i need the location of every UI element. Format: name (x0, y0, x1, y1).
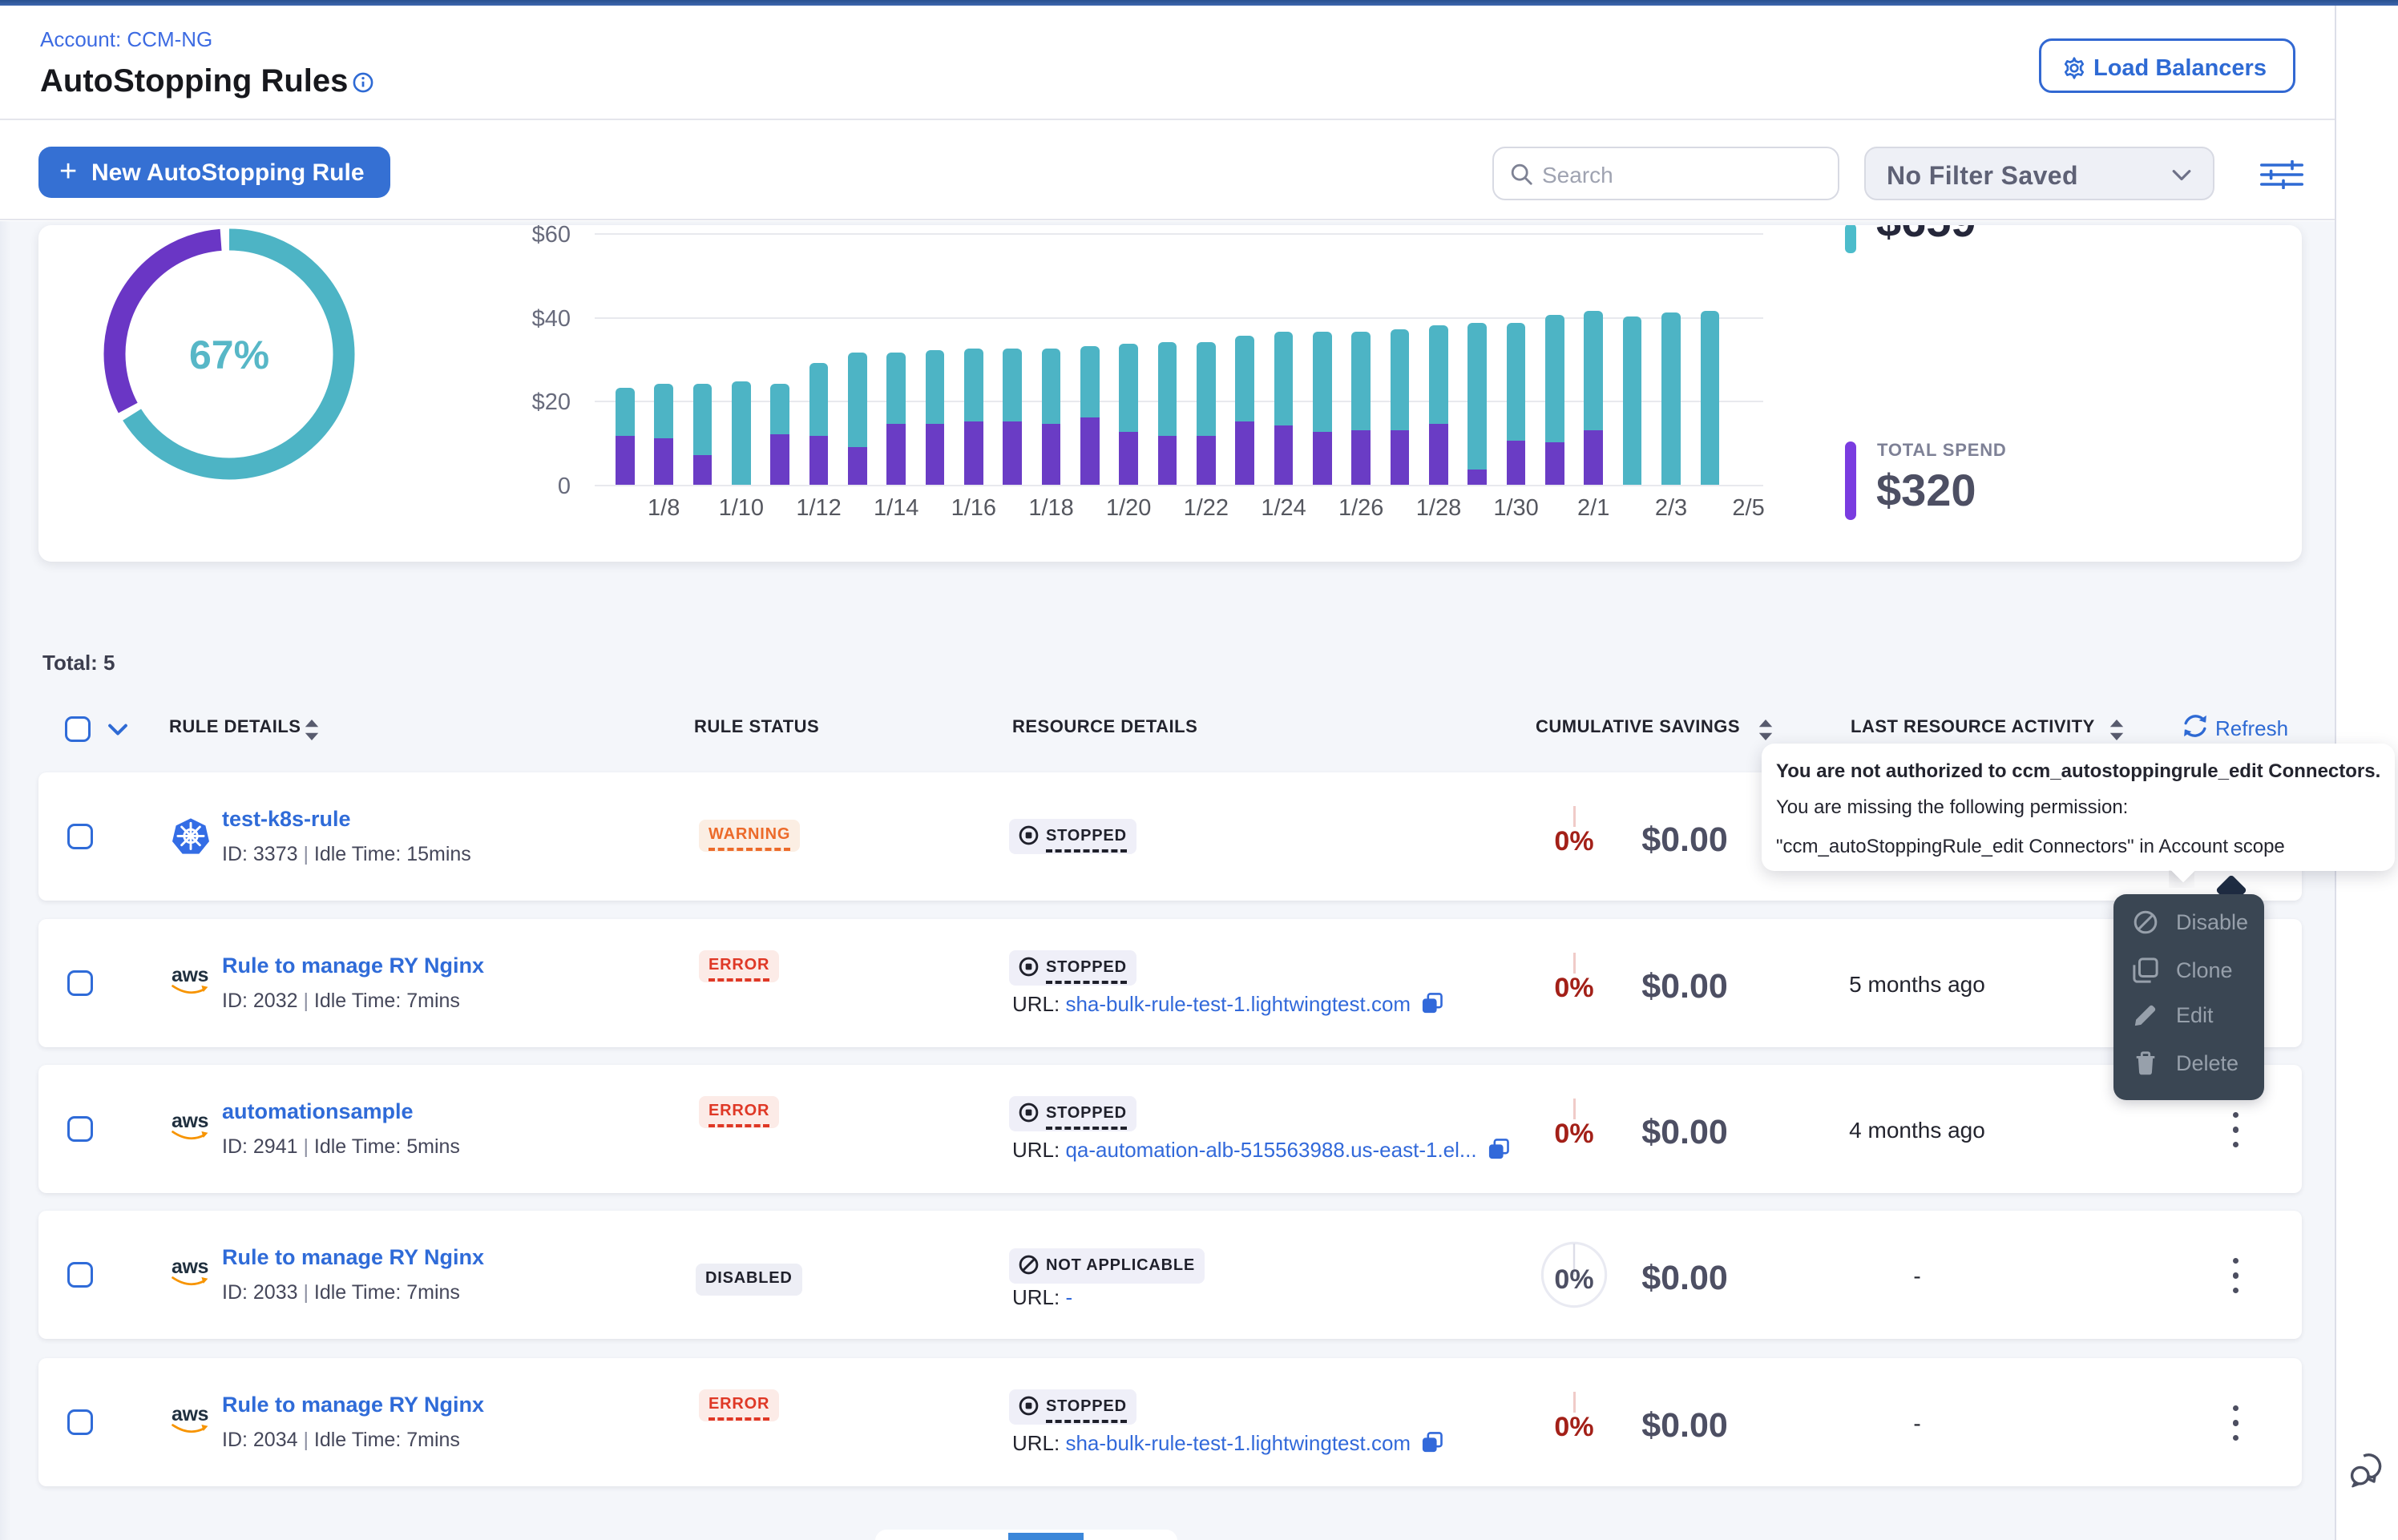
svg-text:67%: 67% (189, 333, 269, 377)
